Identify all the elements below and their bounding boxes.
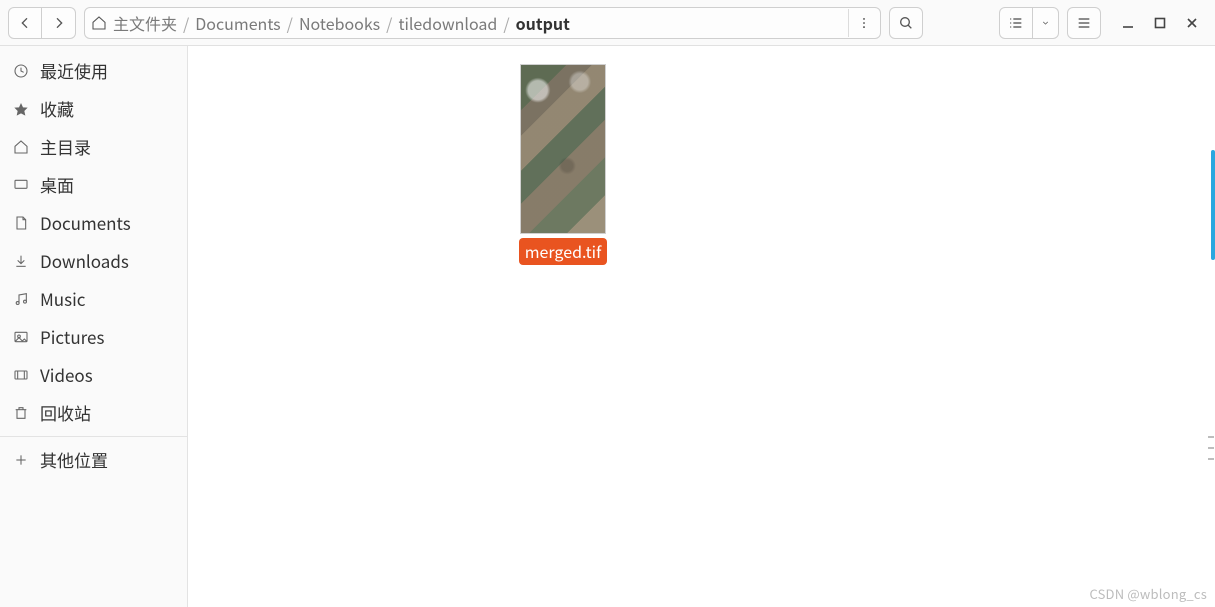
file-item[interactable]: merged.tif [488,64,638,265]
document-icon [12,215,30,231]
right-edge [1209,46,1215,607]
maximize-icon [1153,16,1167,30]
back-button[interactable] [8,7,42,39]
sidebar-item-desktop[interactable]: 桌面 [0,166,187,204]
sidebar-item-label: Videos [40,362,93,388]
breadcrumb-item[interactable]: Notebooks [295,8,384,38]
file-thumbnail [520,64,606,234]
video-icon [12,367,30,383]
sidebar-item-starred[interactable]: 收藏 [0,90,187,128]
sidebar-item-label: 其他位置 [40,447,108,473]
chevron-down-icon [1041,15,1050,31]
trash-icon [12,405,30,421]
star-icon [12,101,30,117]
nav-back-forward [8,7,76,39]
plus-icon [12,452,30,468]
sidebar-separator [0,436,187,437]
home-icon [12,139,30,155]
sidebar-item-label: Documents [40,210,131,236]
sidebar-item-label: 回收站 [40,400,91,426]
breadcrumb[interactable]: 主文件夹 / Documents / Notebooks / tiledownl… [84,7,881,39]
sidebar-item-music[interactable]: Music [0,280,187,318]
chevron-right-icon [51,15,67,31]
list-view-button[interactable] [999,7,1033,39]
chevron-left-icon [17,15,33,31]
breadcrumb-separator: / [181,11,191,35]
sidebar-item-videos[interactable]: Videos [0,356,187,394]
sidebar-item-trash[interactable]: 回收站 [0,394,187,432]
sidebar-item-label: Music [40,286,85,312]
picture-icon [12,329,30,345]
sidebar-item-label: Downloads [40,248,129,274]
view-mode-split [999,7,1059,39]
sidebar-item-home[interactable]: 主目录 [0,128,187,166]
sidebar-item-label: 桌面 [40,172,74,198]
toolbar: 主文件夹 / Documents / Notebooks / tiledownl… [0,0,1215,46]
desktop-icon [12,177,30,193]
search-button[interactable] [889,7,923,39]
maximize-button[interactable] [1151,14,1169,32]
minimize-button[interactable] [1119,14,1137,32]
breadcrumb-item-current[interactable]: output [512,8,574,38]
breadcrumb-separator: / [285,11,295,35]
breadcrumb-separator: / [501,11,511,35]
content: 最近使用 收藏 主目录 桌面 Documents Downloads Music [0,46,1215,607]
minimize-icon [1121,16,1135,30]
breadcrumb-item[interactable]: 主文件夹 [109,8,181,38]
resize-grip-icon[interactable] [1208,436,1214,460]
breadcrumb-item[interactable]: tiledownload [394,8,501,38]
home-icon [91,15,107,31]
scroll-accent [1211,150,1215,260]
sidebar-item-downloads[interactable]: Downloads [0,242,187,280]
kebab-icon [857,16,871,30]
sidebar-item-pictures[interactable]: Pictures [0,318,187,356]
window-controls [1109,14,1207,32]
sidebar-item-documents[interactable]: Documents [0,204,187,242]
music-icon [12,291,30,307]
download-icon [12,253,30,269]
hamburger-menu-button[interactable] [1067,7,1101,39]
file-name-label: merged.tif [519,238,608,265]
sidebar-item-recent[interactable]: 最近使用 [0,52,187,90]
file-area[interactable]: merged.tif [188,46,1215,607]
sidebar-item-other-locations[interactable]: 其他位置 [0,441,187,479]
sidebar-item-label: 主目录 [40,134,91,160]
view-mode-dropdown[interactable] [1033,7,1059,39]
sidebar-item-label: 收藏 [40,96,74,122]
breadcrumb-item[interactable]: Documents [191,8,284,38]
sidebar: 最近使用 收藏 主目录 桌面 Documents Downloads Music [0,46,188,607]
close-icon [1185,16,1199,30]
sidebar-item-label: 最近使用 [40,58,108,84]
hamburger-icon [1076,15,1092,31]
breadcrumb-separator: / [384,11,394,35]
search-icon [898,15,914,31]
clock-icon [12,63,30,79]
path-menu-button[interactable] [848,9,878,37]
sidebar-item-label: Pictures [40,324,104,350]
forward-button[interactable] [42,7,76,39]
close-button[interactable] [1183,14,1201,32]
list-icon [1008,15,1024,31]
